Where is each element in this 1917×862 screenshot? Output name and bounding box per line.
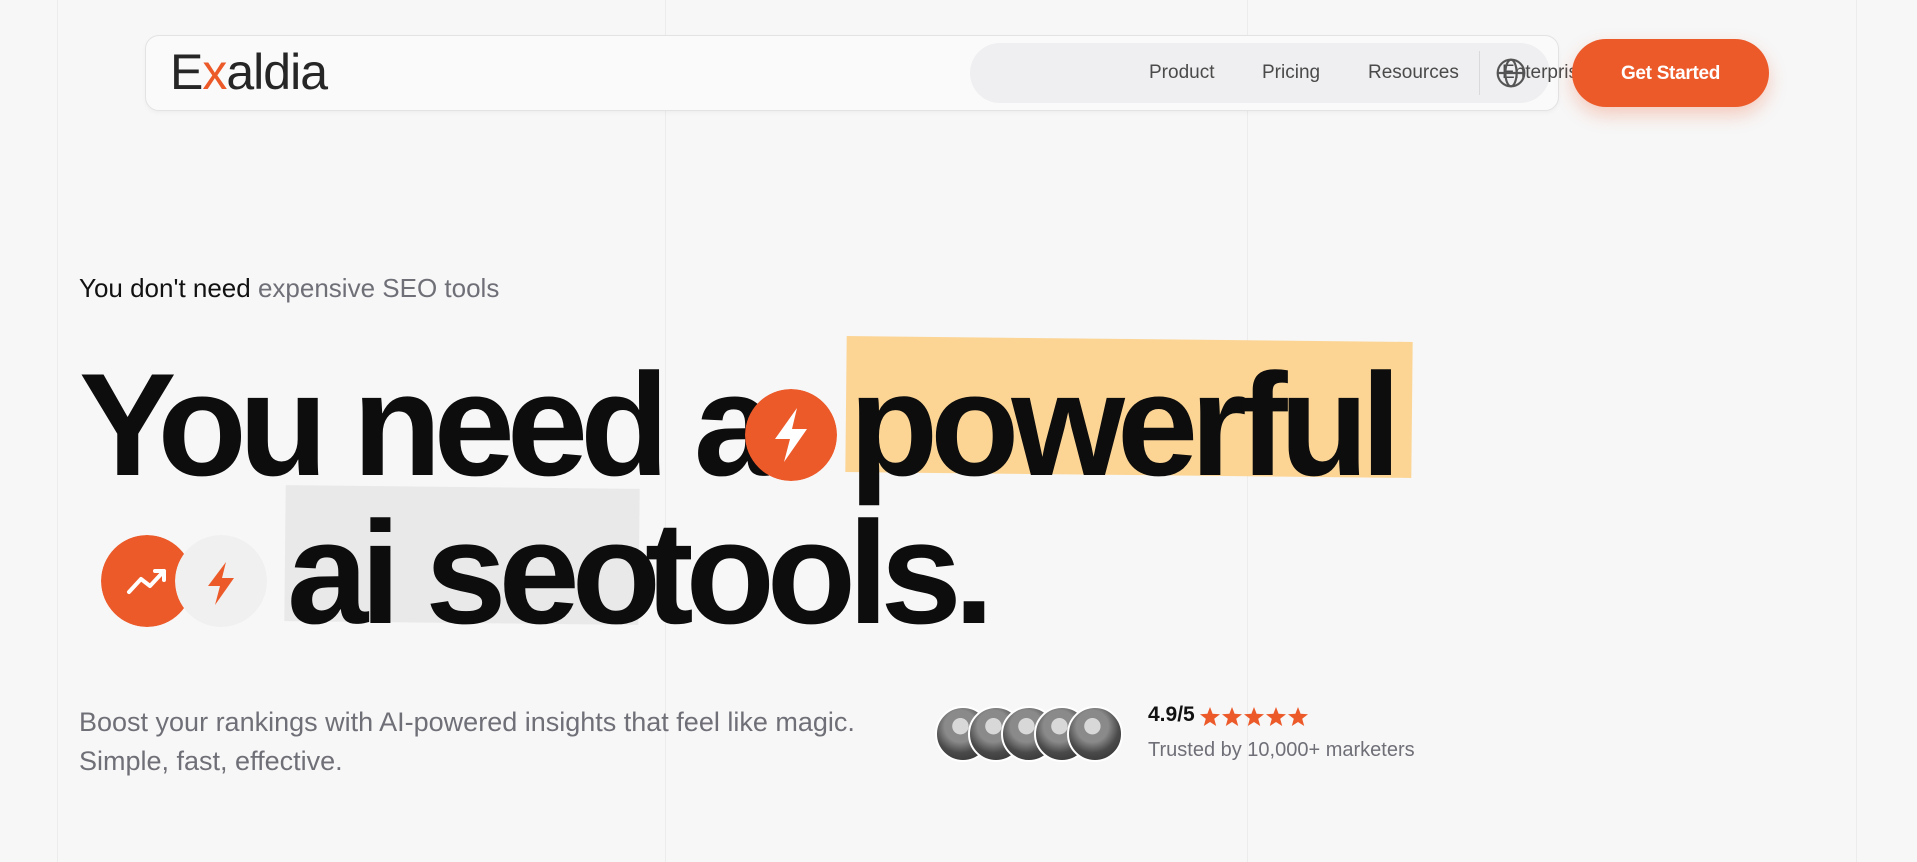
logo[interactable]: Exaldia bbox=[170, 44, 328, 100]
headline-line2-end: tools. bbox=[645, 491, 994, 654]
star-icon bbox=[1200, 707, 1220, 726]
grid-line bbox=[1856, 0, 1857, 862]
headline-line2-highlight: ai seo bbox=[287, 491, 661, 654]
star-icon bbox=[1222, 707, 1242, 726]
eyebrow-light-text: expensive SEO tools bbox=[257, 273, 500, 303]
avatar-group bbox=[935, 706, 1125, 762]
nav-item-pricing[interactable]: Pricing bbox=[1262, 43, 1320, 103]
nav-item-resources[interactable]: Resources bbox=[1368, 43, 1459, 103]
grid-line bbox=[57, 0, 58, 862]
logo-text-prefix: E bbox=[170, 44, 203, 100]
nav-menu: Product Pricing Resources Enterprise bbox=[970, 43, 1589, 103]
rating-stars bbox=[1200, 707, 1308, 726]
avatar bbox=[1067, 706, 1123, 762]
headline-line1-highlight: powerful bbox=[849, 343, 1401, 506]
eyebrow-dark-text: You don't need bbox=[79, 273, 251, 303]
trusted-text: Trusted by 10,000+ marketers bbox=[1148, 739, 1415, 761]
star-icon bbox=[1288, 707, 1308, 726]
nav-item-product[interactable]: Product bbox=[1149, 43, 1214, 103]
bolt-icon bbox=[745, 389, 837, 481]
rating-value: 4.9/5 bbox=[1148, 703, 1195, 726]
logo-text-x: x bbox=[202, 44, 227, 100]
navbar: Exaldia Product Pricing Resources Enterp… bbox=[145, 35, 1589, 111]
logo-text-suffix: aldia bbox=[226, 44, 328, 100]
globe-icon[interactable] bbox=[1495, 57, 1527, 89]
star-icon bbox=[1266, 707, 1286, 726]
hero-subtitle: Boost your rankings with AI-powered insi… bbox=[79, 707, 855, 776]
hero-eyebrow: You don't need expensive SEO tools bbox=[79, 273, 499, 304]
headline-line1-start: You need a bbox=[79, 343, 775, 506]
nav-divider bbox=[1479, 51, 1480, 95]
star-icon bbox=[1244, 707, 1264, 726]
get-started-button[interactable]: Get Started bbox=[1572, 39, 1769, 107]
bolt-icon bbox=[175, 535, 267, 627]
